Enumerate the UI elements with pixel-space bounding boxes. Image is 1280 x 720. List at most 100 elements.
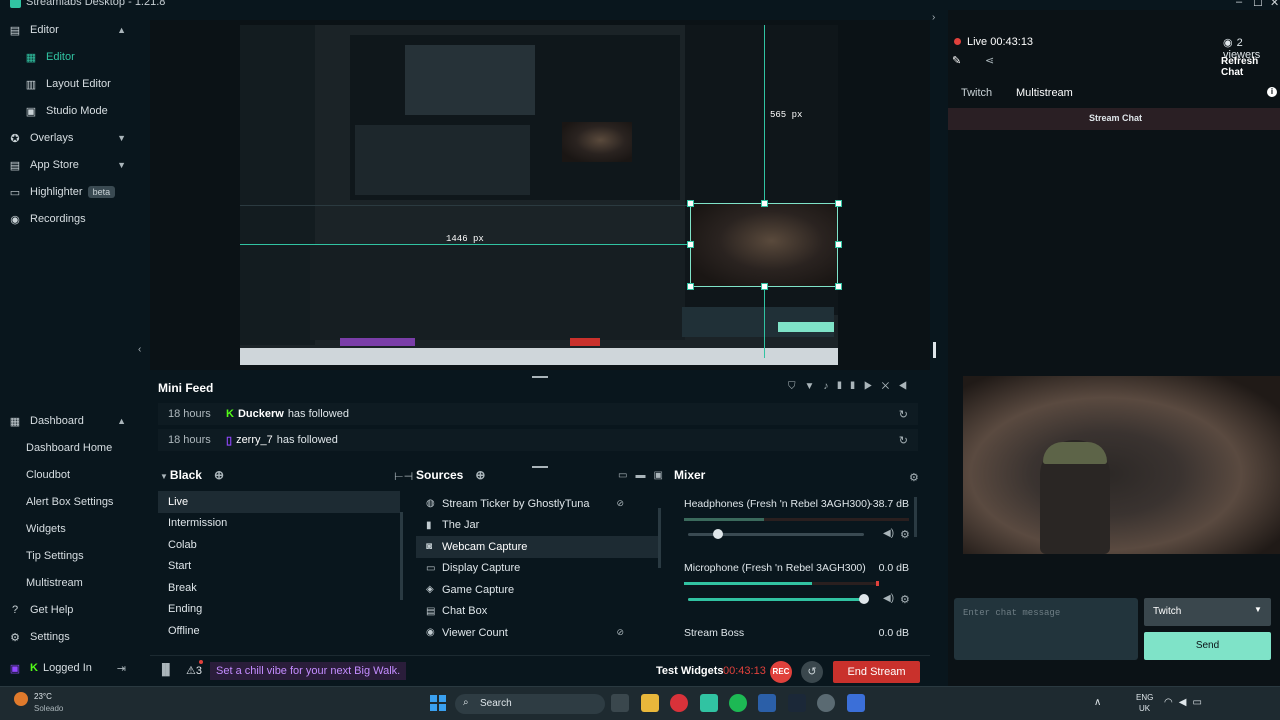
windows-start-icon[interactable] (430, 695, 446, 711)
scenes-scrollbar[interactable] (400, 512, 403, 600)
resize-handle-tl[interactable] (687, 200, 694, 207)
share-icon[interactable]: ⋖ (985, 54, 994, 67)
selection-box[interactable] (690, 203, 838, 287)
taskbar-search[interactable] (455, 694, 605, 714)
weather-temp[interactable]: 23°C (34, 692, 52, 701)
gear-icon[interactable]: ⚙ (900, 593, 910, 606)
source-item[interactable]: ▤ Chat Box (416, 601, 658, 623)
rec-button[interactable]: REC (770, 661, 792, 683)
preview-canvas[interactable] (240, 25, 838, 365)
volume-slider-headphones[interactable] (688, 529, 864, 539)
sidebar-item-overlays[interactable]: ✪ Overlays ▼ (0, 126, 140, 150)
source-item[interactable]: ▭ Display Capture (416, 558, 658, 580)
group-icon[interactable]: ▭ (618, 470, 635, 481)
collapse-right-icon[interactable]: › (932, 12, 935, 23)
ticker-message[interactable]: Set a chill vibe for your next Big Walk. (210, 662, 407, 680)
pause-icon[interactable]: ❚❚ (837, 381, 863, 392)
task-view-icon[interactable] (611, 694, 629, 712)
shield-icon[interactable]: ⛉ (788, 381, 805, 392)
info-icon[interactable]: i (1267, 87, 1277, 97)
scene-item[interactable]: Offline (158, 620, 400, 642)
resize-handle-tr[interactable] (835, 200, 842, 207)
test-widgets-button[interactable]: Test Widgets (656, 665, 724, 677)
sidebar-item-app-store[interactable]: ▤ App Store ▼ (0, 153, 140, 177)
sidebar-item-highlighter[interactable]: ▭ Highlighter beta (0, 180, 140, 204)
replay-buffer-icon[interactable]: ↺ (801, 661, 823, 683)
sidebar-item-get-help[interactable]: ? Get Help (0, 598, 140, 622)
lang-region[interactable]: UK (1139, 704, 1150, 713)
streamlabs-taskbar-icon[interactable] (700, 694, 718, 712)
sidebar-item-editor-sub[interactable]: ▦ Editor (0, 45, 140, 69)
scene-collection-title[interactable]: ▼ Black ⊕ (160, 468, 224, 486)
source-item[interactable]: ▮ The Jar (416, 515, 658, 537)
gear-icon[interactable]: ⚙ (900, 528, 910, 541)
add-source-icon[interactable]: ⊕ (475, 468, 485, 482)
scene-item[interactable]: Start (158, 556, 400, 578)
lang-code[interactable]: ENG (1136, 693, 1153, 702)
sidebar-item-settings[interactable]: ⚙ Settings (0, 625, 140, 649)
folder-icon[interactable]: ▬ (635, 470, 653, 481)
replay-icon[interactable]: ↻ (899, 434, 908, 447)
opera-icon[interactable] (670, 694, 688, 712)
settings-app-icon[interactable] (817, 694, 835, 712)
hidden-eye-icon[interactable]: ⊘ (616, 498, 624, 509)
send-button[interactable]: Send (1144, 632, 1271, 660)
minimize-icon[interactable]: – (1236, 0, 1242, 8)
skip-icon[interactable]: ▶ (864, 381, 882, 392)
weather-sun-icon[interactable] (14, 692, 28, 706)
source-item[interactable]: ◙ Webcam Capture (416, 536, 658, 558)
source-item[interactable]: ◈ Game Capture (416, 579, 658, 601)
source-item[interactable]: ◍ Stream Ticker by GhostlyTuna ⊘ (416, 493, 658, 515)
delete-icon[interactable]: ▣ (653, 470, 670, 481)
drag-handle[interactable] (532, 376, 548, 378)
mute-icon[interactable]: ✕ (882, 381, 899, 392)
scene-item[interactable]: Live (158, 491, 400, 513)
add-scene-icon[interactable]: ⊕ (214, 468, 224, 482)
mixer-scrollbar[interactable] (914, 497, 917, 537)
scene-item[interactable]: Intermission (158, 513, 400, 535)
sidebar-item-recordings[interactable]: ◉ Recordings (0, 207, 140, 231)
end-stream-button[interactable]: End Stream (833, 661, 920, 683)
volume-icon[interactable]: ◀ (898, 381, 916, 392)
hidden-eye-icon[interactable]: ⊘ (616, 627, 624, 638)
scene-transition-icon[interactable]: ⊢⊣ (394, 470, 413, 483)
speaker-icon[interactable]: ◀) (883, 528, 894, 539)
tab-multistream[interactable]: Multistream (1016, 87, 1073, 99)
sidebar-item-dashboard[interactable]: ▦ Dashboard ▲ (0, 409, 140, 433)
resize-handle-bl[interactable] (687, 283, 694, 290)
drag-handle[interactable] (532, 466, 548, 468)
maximize-icon[interactable]: ☐ (1253, 0, 1263, 9)
resize-handle-l[interactable] (687, 241, 694, 248)
tab-twitch[interactable]: Twitch (961, 87, 992, 99)
sidebar-item-cloudbot[interactable]: Cloudbot (0, 463, 140, 487)
refresh-chat-button[interactable]: Refresh Chat (1221, 56, 1280, 78)
resize-handle[interactable] (933, 342, 936, 358)
slider-knob[interactable] (859, 594, 869, 604)
mixer-settings-gear-icon[interactable]: ⚙ (909, 471, 919, 484)
sidebar-item-logged-in[interactable]: ▣ K Logged In ⇥ (0, 656, 140, 680)
slider-knob[interactable] (712, 529, 723, 539)
close-icon[interactable]: ✕ (1270, 0, 1279, 9)
volume-slider-microphone[interactable] (688, 594, 869, 604)
replay-icon[interactable]: ↻ (899, 408, 908, 421)
edit-pencil-icon[interactable]: ✎ (952, 54, 961, 67)
resize-handle-t[interactable] (761, 200, 768, 207)
sidebar-item-studio-mode[interactable]: ▣ Studio Mode (0, 99, 140, 123)
tray-chevron-icon[interactable]: ∧ (1094, 697, 1101, 708)
scene-item[interactable]: Ending (158, 599, 400, 621)
sidebar-item-multistream[interactable]: Multistream (0, 571, 140, 595)
sources-scrollbar[interactable] (658, 508, 661, 568)
sidebar-item-alert-box-settings[interactable]: Alert Box Settings (0, 490, 140, 514)
app2-icon[interactable] (847, 694, 865, 712)
app-icon[interactable] (758, 694, 776, 712)
sidebar-item-layout-editor[interactable]: ▥ Layout Editor (0, 72, 140, 96)
sidebar-item-tip-settings[interactable]: Tip Settings (0, 544, 140, 568)
file-explorer-icon[interactable] (641, 694, 659, 712)
spotify-icon[interactable] (729, 694, 747, 712)
stats-icon[interactable]: ▐▌ (158, 664, 174, 676)
sidebar-item-editor[interactable]: ▤ Editor ▲ (0, 18, 140, 42)
scene-item[interactable]: Break (158, 577, 400, 599)
speaker-icon[interactable]: ◀) (883, 593, 894, 604)
alerts-indicator[interactable]: ⚠3 (186, 664, 202, 677)
sidebar-item-dashboard-home[interactable]: Dashboard Home (0, 436, 140, 460)
